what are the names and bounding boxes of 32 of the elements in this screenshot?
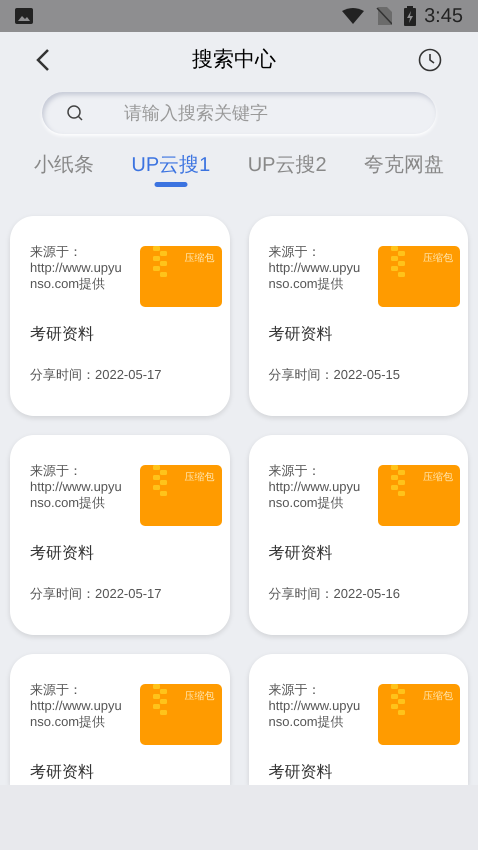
file-title: 考研资料 xyxy=(268,544,334,564)
result-card[interactable]: 来源于：http://www.upyunso.com提供 压缩包 考研资料 xyxy=(248,654,468,785)
result-card[interactable]: 来源于：http://www.upyunso.com提供 压缩包 考研资料 分享时间：2022-05-17 xyxy=(10,216,230,416)
file-title: 考研资料 xyxy=(30,762,95,783)
share-date: 分享时间：2022-05-17 xyxy=(30,585,162,603)
file-title: 考研资料 xyxy=(30,544,95,564)
file-type-label: 压缩包 xyxy=(184,470,214,485)
file-type-label: 压缩包 xyxy=(423,690,453,704)
tab[interactable]: UP云搜1 xyxy=(131,150,210,180)
source-text: 来源于：http://www.upyunso.com提供 xyxy=(268,463,362,512)
file-title: 考研资料 xyxy=(268,762,334,783)
share-date: 分享时间：2022-05-16 xyxy=(268,585,401,603)
search-field[interactable]: 请输入搜索关键字 xyxy=(42,92,436,134)
page-title: 搜索中心 xyxy=(192,47,276,74)
file-title: 考研资料 xyxy=(268,324,334,345)
file-type-label: 压缩包 xyxy=(184,252,214,266)
source-text: 来源于：http://www.upyunso.com提供 xyxy=(268,244,362,293)
result-card[interactable]: 来源于：http://www.upyunso.com提供 压缩包 考研资料 分享时间：2022-05-15 xyxy=(248,216,468,416)
file-type-label: 压缩包 xyxy=(423,470,453,485)
share-date: 分享时间：2022-05-15 xyxy=(268,366,401,384)
source-text: 来源于：http://www.upyunso.com提供 xyxy=(30,244,123,293)
result-card[interactable]: 来源于：http://www.upyunso.com提供 压缩包 考研资料 分享时间：2022-05-16 xyxy=(248,435,468,635)
result-card[interactable]: 来源于：http://www.upyunso.com提供 压缩包 考研资料 分享时间：2022-05-17 xyxy=(10,435,230,635)
result-card[interactable]: 来源于：http://www.upyunso.com提供 压缩包 考研资料 xyxy=(10,654,230,785)
source-text: 来源于：http://www.upyunso.com提供 xyxy=(268,682,362,731)
file-title: 考研资料 xyxy=(30,324,95,345)
file-type-label: 压缩包 xyxy=(184,690,214,704)
source-text: 来源于：http://www.upyunso.com提供 xyxy=(30,682,123,731)
source-text: 来源于：http://www.upyunso.com提供 xyxy=(30,463,123,512)
file-type-label: 压缩包 xyxy=(423,252,453,266)
share-date: 分享时间：2022-05-17 xyxy=(30,366,162,384)
clock-time: 3:45 xyxy=(424,4,463,29)
